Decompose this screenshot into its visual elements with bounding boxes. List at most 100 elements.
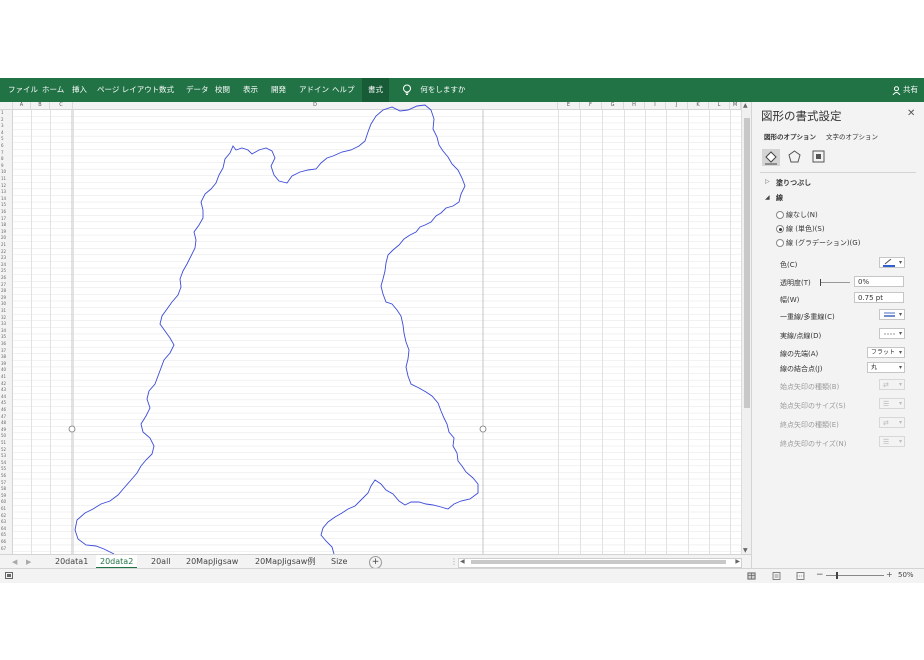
fill-line-category-button[interactable] (762, 149, 780, 166)
format-shape-pane: 図形の書式設定 ✕ 図形のオプション 文字のオプション ▷ 塗りつぶし ◢ 線 … (751, 102, 924, 568)
macro-record-icon[interactable] (5, 572, 13, 579)
sheet-tab-20data1[interactable]: 20data1 (55, 555, 88, 569)
radio-line-gradient[interactable] (776, 239, 784, 247)
end-arrow-type-dropdown: ⇄ ▾ (879, 417, 905, 428)
worksheet[interactable]: A B C D E F G H I J K L M 1 2 3 4 5 6 7 8 9 10 11 1… (0, 102, 741, 554)
join-type-dropdown[interactable]: 丸 ▾ (867, 362, 905, 373)
compound-type-dropdown[interactable]: ▾ (879, 309, 905, 320)
collapse-chevron-icon[interactable]: ◢ (765, 194, 770, 201)
tab-developer[interactable]: 開発 (271, 78, 286, 102)
size-properties-icon[interactable] (812, 150, 825, 163)
scroll-right-icon[interactable]: ▶ (735, 558, 740, 565)
tab-shape-options[interactable]: 図形のオプション (764, 131, 816, 141)
person-icon (892, 85, 901, 95)
tell-me-text: 何をしますか (420, 85, 466, 94)
tell-me-search[interactable]: 何をしますか (402, 78, 465, 102)
vertical-scroll-thumb[interactable] (744, 118, 750, 408)
scroll-left-icon[interactable]: ◀ (460, 558, 465, 565)
status-bar: − + 50% (0, 568, 924, 583)
chevron-down-icon: ▾ (898, 400, 902, 407)
chevron-down-icon: ▾ (898, 364, 902, 371)
sheet-tab-20mapjigsaw[interactable]: 20MapJigsaw (186, 555, 238, 569)
normal-view-icon[interactable] (747, 572, 756, 580)
expand-chevron-icon[interactable]: ▷ (765, 178, 770, 185)
pen-color-icon (883, 259, 895, 267)
sheet-tab-20data2[interactable]: 20data2 (96, 555, 138, 569)
tab-view[interactable]: 表示 (243, 78, 258, 102)
arrow-size-icon: ☰ (883, 438, 890, 446)
dash-type-dropdown[interactable]: ▾ (879, 328, 905, 339)
pentagon-effects-icon[interactable] (788, 150, 801, 163)
tab-file[interactable]: ファイル (8, 78, 38, 102)
tab-review[interactable]: 校閲 (215, 78, 230, 102)
tab-page-layout[interactable]: ページ レイアウト (97, 78, 159, 102)
zoom-slider-thumb[interactable] (836, 572, 838, 579)
dash-type-label: 実線/点線(D) (780, 332, 822, 340)
cap-type-value: フラット (871, 349, 896, 356)
radio-line-gradient-label: 線 (グラデーション)(G) (786, 239, 861, 247)
chevron-down-icon: ▾ (898, 438, 902, 445)
width-spinner[interactable]: 0.75 pt (854, 292, 904, 303)
tab-addins[interactable]: アドイン (299, 78, 329, 102)
dash-line-icon (884, 333, 895, 335)
pane-divider (760, 172, 916, 173)
tab-text-options[interactable]: 文字のオプション (826, 131, 878, 141)
arrow-type-icon: ⇄ (883, 419, 889, 427)
arrow-type-icon: ⇄ (883, 381, 889, 389)
prefecture-outline-shape[interactable] (74, 104, 479, 554)
radio-line-solid[interactable] (776, 225, 784, 233)
map-shape-selection[interactable] (0, 102, 741, 554)
line-color-picker[interactable]: ▾ (879, 257, 905, 268)
page-layout-view-icon[interactable] (772, 572, 781, 580)
sheet-tab-20mapjigsaw-example[interactable]: 20MapJigsaw例 (255, 555, 315, 569)
tab-insert[interactable]: 挿入 (72, 78, 87, 102)
sheet-tab-size[interactable]: Size (331, 555, 347, 569)
close-icon[interactable]: ✕ (907, 108, 915, 119)
horizontal-scroll-thumb[interactable] (471, 560, 726, 564)
zoom-level[interactable]: 50% (898, 571, 914, 579)
ribbon-tab-bar: ファイル ホーム 挿入 ページ レイアウト 数式 データ 校閲 表示 開発 アド… (0, 78, 924, 102)
lightbulb-icon (403, 84, 411, 95)
end-arrow-size-label: 終点矢印のサイズ(N) (780, 440, 847, 448)
transparency-spinner[interactable]: 0% (854, 276, 904, 287)
width-label: 幅(W) (780, 296, 800, 304)
transparency-slider-thumb[interactable] (820, 279, 821, 286)
tab-data[interactable]: データ (186, 78, 209, 102)
scroll-up-icon[interactable]: ▲ (743, 102, 748, 109)
chevron-down-icon: ▾ (898, 349, 902, 356)
next-sheet-icon[interactable]: ▶ (26, 555, 31, 569)
sheet-tab-20all[interactable]: 20all (151, 555, 171, 569)
compound-type-label: 一重線/多重線(C) (780, 313, 835, 321)
begin-arrow-type-dropdown: ⇄ ▾ (879, 379, 905, 390)
arrow-size-icon: ☰ (883, 400, 890, 408)
tab-format[interactable]: 書式 (362, 78, 389, 102)
radio-line-none[interactable] (776, 211, 784, 219)
resize-handle-right[interactable] (479, 425, 487, 433)
paint-bucket-icon (765, 151, 777, 165)
transparency-slider[interactable] (820, 282, 850, 283)
horizontal-scrollbar[interactable]: ◀ ▶ (458, 558, 742, 568)
zoom-out-button[interactable]: − (816, 570, 824, 580)
tab-split-handle[interactable]: ⋮ (450, 555, 458, 569)
share-button[interactable]: 共有 (892, 78, 918, 102)
color-label: 色(C) (780, 261, 798, 269)
pane-title: 図形の書式設定 (761, 109, 842, 123)
end-arrow-type-label: 終点矢印の種類(E) (780, 421, 839, 429)
tab-home[interactable]: ホーム (42, 78, 64, 102)
section-fill[interactable]: 塗りつぶし (776, 178, 811, 188)
page-break-view-icon[interactable] (796, 572, 805, 580)
zoom-in-button[interactable]: + (886, 570, 893, 579)
tab-formulas[interactable]: 数式 (159, 78, 174, 102)
join-type-label: 線の結合点(J) (780, 365, 823, 373)
chevron-down-icon: ▾ (898, 259, 902, 266)
begin-arrow-type-label: 始点矢印の種類(B) (780, 383, 840, 391)
prev-sheet-icon[interactable]: ◀ (12, 555, 17, 569)
chevron-down-icon: ▾ (898, 419, 902, 426)
sheet-tab-bar: ◀ ▶ 20data1 20data2 20all 20MapJigsaw 20… (0, 554, 751, 569)
scroll-down-icon[interactable]: ▼ (743, 547, 748, 554)
cap-type-dropdown[interactable]: フラット ▾ (867, 347, 905, 358)
resize-handle-left[interactable] (68, 425, 76, 433)
section-line[interactable]: 線 (776, 193, 783, 203)
tab-help[interactable]: ヘルプ (332, 78, 355, 102)
zoom-slider-track[interactable] (826, 575, 884, 576)
